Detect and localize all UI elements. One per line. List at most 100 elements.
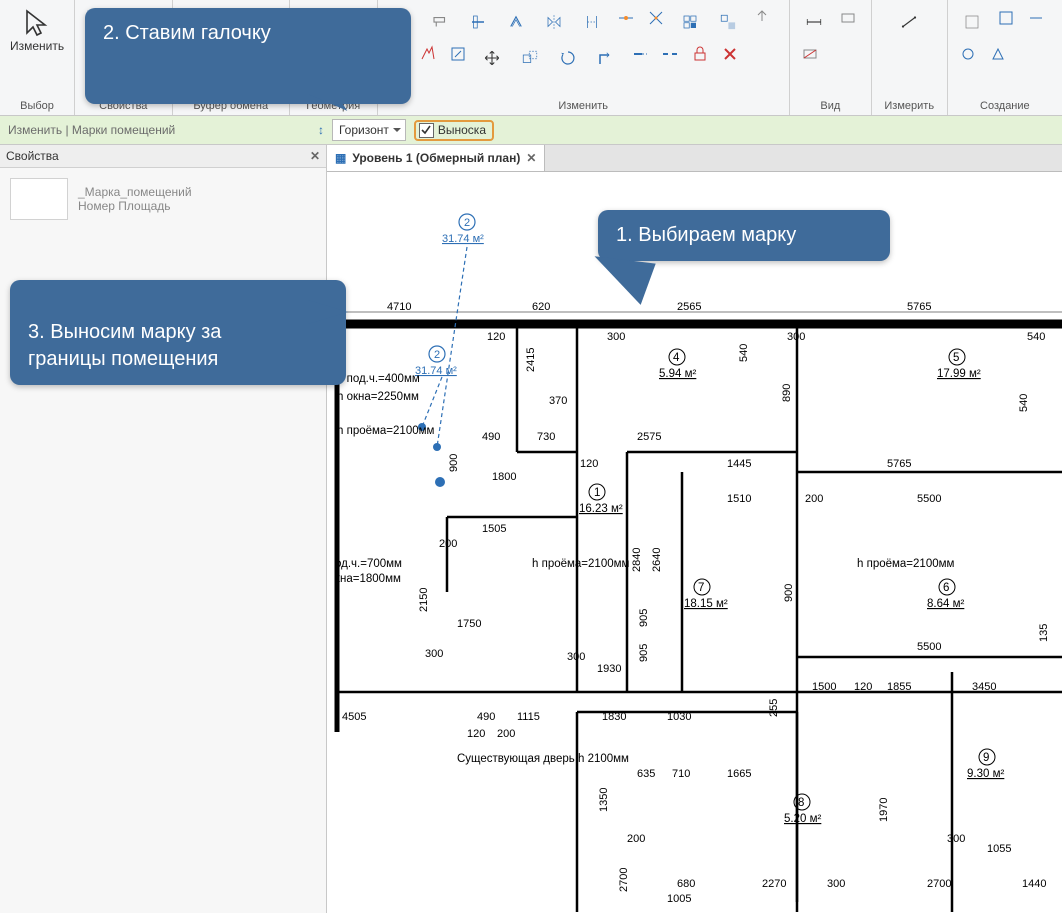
svg-text:1665: 1665 bbox=[727, 768, 751, 780]
svg-text:2565: 2565 bbox=[677, 301, 701, 313]
trim2-icon[interactable] bbox=[644, 6, 668, 30]
svg-text:1500: 1500 bbox=[812, 681, 836, 693]
svg-text:2575: 2575 bbox=[637, 431, 661, 443]
close-icon[interactable]: ✕ bbox=[310, 149, 320, 163]
trim1-icon[interactable] bbox=[614, 6, 638, 30]
orientation-value: Горизонт bbox=[339, 123, 389, 137]
svg-text:540: 540 bbox=[1018, 394, 1030, 412]
svg-text:8: 8 bbox=[798, 797, 804, 809]
ribbon-group-create: Создание bbox=[948, 0, 1062, 115]
create1-icon[interactable] bbox=[956, 6, 988, 38]
dimension-icon[interactable] bbox=[798, 6, 830, 38]
type-name-line1: _Марка_помещений bbox=[78, 185, 192, 199]
svg-text:2840: 2840 bbox=[631, 548, 643, 572]
svg-text:5500: 5500 bbox=[917, 641, 941, 653]
svg-text:635: 635 bbox=[637, 768, 655, 780]
svg-text:2415: 2415 bbox=[525, 348, 537, 372]
ribbon-group-view: Вид bbox=[790, 0, 872, 115]
array-icon[interactable] bbox=[712, 6, 744, 38]
callout-2: 2. Ставим галочку bbox=[85, 8, 411, 104]
hide-icon[interactable] bbox=[836, 6, 860, 30]
group-label: Выбор bbox=[20, 98, 54, 112]
split-icon[interactable] bbox=[674, 6, 706, 38]
svg-text:1855: 1855 bbox=[887, 681, 911, 693]
svg-text:4505: 4505 bbox=[342, 711, 366, 723]
svg-text:680: 680 bbox=[677, 878, 695, 890]
svg-text:9.30 м²: 9.30 м² bbox=[967, 768, 1004, 780]
trimcorner-icon[interactable] bbox=[590, 42, 622, 74]
close-icon[interactable]: ✕ bbox=[526, 151, 536, 165]
svg-text:1510: 1510 bbox=[727, 493, 751, 505]
move-icon[interactable] bbox=[476, 42, 508, 74]
svg-text:2640: 2640 bbox=[651, 548, 663, 572]
svg-text:1800: 1800 bbox=[492, 471, 516, 483]
svg-text:120: 120 bbox=[854, 681, 872, 693]
splitgap-icon[interactable] bbox=[658, 42, 682, 66]
view-tab[interactable]: ▦ Уровень 1 (Обмерный план) ✕ bbox=[327, 145, 545, 171]
demolish-icon[interactable] bbox=[416, 42, 440, 66]
svg-text:120: 120 bbox=[487, 331, 505, 343]
svg-text:h проёма=2100мм: h проёма=2100мм bbox=[532, 558, 630, 570]
orientation-dropdown[interactable]: Горизонт bbox=[332, 119, 406, 141]
callout-3-text: 3. Выносим марку за границы помещения bbox=[28, 321, 221, 370]
properties-panel: Свойства ✕ _Марка_помещений Номер Площад… bbox=[0, 145, 327, 913]
rotate-icon[interactable] bbox=[552, 42, 584, 74]
modify-button[interactable]: Изменить bbox=[3, 2, 71, 58]
delete-icon[interactable] bbox=[718, 42, 742, 66]
offset-icon[interactable] bbox=[500, 6, 532, 38]
paint-icon[interactable] bbox=[424, 6, 456, 38]
svg-text:4710: 4710 bbox=[387, 301, 411, 313]
hide2-icon[interactable] bbox=[798, 42, 822, 66]
svg-text:1055: 1055 bbox=[987, 843, 1011, 855]
svg-text:300: 300 bbox=[567, 651, 585, 663]
mirror-icon[interactable] bbox=[538, 6, 570, 38]
svg-text:2: 2 bbox=[464, 217, 470, 229]
svg-text:1445: 1445 bbox=[727, 458, 751, 470]
leader-checkbox-wrap[interactable]: Выноска bbox=[414, 120, 494, 141]
type-selector[interactable]: _Марка_помещений Номер Площадь bbox=[0, 168, 326, 230]
properties-header: Свойства ✕ bbox=[0, 145, 326, 168]
create2-icon[interactable] bbox=[994, 6, 1018, 30]
svg-text:300: 300 bbox=[827, 878, 845, 890]
extend-icon[interactable] bbox=[628, 42, 652, 66]
group-label: Вид bbox=[820, 98, 840, 112]
svg-text:300: 300 bbox=[425, 648, 443, 660]
type-name-line2: Номер Площадь bbox=[78, 199, 192, 213]
svg-text:16.23 м²: 16.23 м² bbox=[579, 503, 623, 515]
svg-text:900: 900 bbox=[448, 454, 460, 472]
svg-text:1750: 1750 bbox=[457, 618, 481, 630]
svg-text:905: 905 bbox=[638, 609, 650, 627]
drawing-canvas[interactable]: 4710 620 2565 5765 120 300 300 540 bbox=[327, 172, 1062, 913]
create4-icon[interactable] bbox=[956, 42, 980, 66]
svg-text:9: 9 bbox=[983, 752, 989, 764]
create3-icon[interactable] bbox=[1024, 6, 1048, 30]
pin-icon[interactable] bbox=[750, 6, 774, 30]
leader-checkbox[interactable] bbox=[419, 123, 434, 138]
context-title: Изменить | Марки помещений bbox=[8, 123, 175, 137]
svg-text:1505: 1505 bbox=[482, 523, 506, 535]
orientation-icon: ↕ bbox=[318, 123, 324, 137]
measure-icon[interactable] bbox=[893, 6, 925, 38]
mirror2-icon[interactable] bbox=[576, 6, 608, 38]
svg-text:31.74 м²: 31.74 м² bbox=[442, 233, 484, 245]
svg-text:5765: 5765 bbox=[887, 458, 911, 470]
svg-text:1: 1 bbox=[594, 487, 600, 499]
svg-text:200: 200 bbox=[805, 493, 823, 505]
chevron-down-icon bbox=[393, 128, 401, 132]
svg-text:200: 200 bbox=[497, 728, 515, 740]
svg-text:h под.ч.=400мм: h под.ч.=400мм bbox=[337, 373, 420, 385]
scale-icon[interactable] bbox=[446, 42, 470, 66]
ribbon-group-selector: Изменить Выбор bbox=[0, 0, 75, 115]
lock-icon[interactable] bbox=[688, 42, 712, 66]
align-icon[interactable] bbox=[462, 6, 494, 38]
cursor-icon bbox=[21, 7, 53, 39]
svg-text:4: 4 bbox=[673, 352, 680, 364]
create5-icon[interactable] bbox=[986, 42, 1010, 66]
view-tab-title: Уровень 1 (Обмерный план) bbox=[352, 151, 520, 165]
type-thumbnail bbox=[10, 178, 68, 220]
ribbon-group-measure: Измерить bbox=[872, 0, 948, 115]
copy-move-icon[interactable] bbox=[514, 42, 546, 74]
svg-text:200: 200 bbox=[439, 538, 457, 550]
svg-text:620: 620 bbox=[532, 301, 550, 313]
svg-text:Существующая дверь h 2100мм: Существующая дверь h 2100мм bbox=[457, 753, 629, 765]
